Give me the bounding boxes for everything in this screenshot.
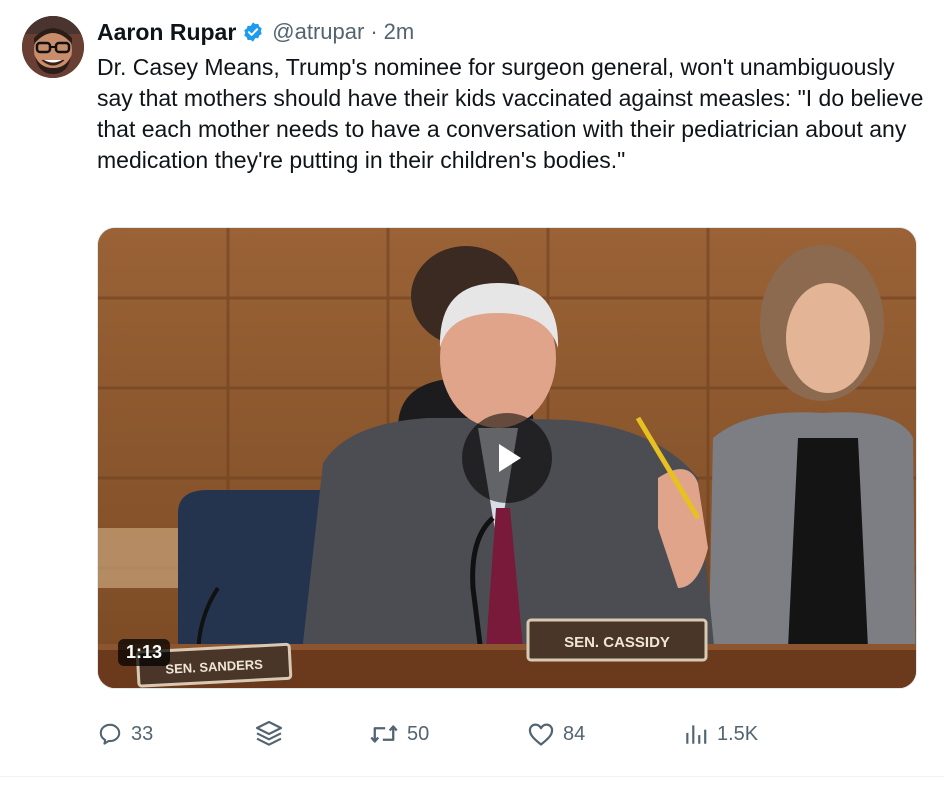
tweet-text: Dr. Casey Means, Trump's nominee for sur…: [97, 54, 924, 173]
retweet-button[interactable]: 50: [369, 712, 429, 756]
grok-icon: [253, 718, 285, 750]
retweet-icon: [369, 721, 399, 747]
separator-dot: ·: [370, 19, 378, 44]
tweet-header: Aaron Rupar @atrupar · 2m: [97, 16, 414, 48]
bottom-divider: [0, 776, 944, 777]
video-duration: 1:13: [118, 639, 171, 666]
author-handle[interactable]: @atrupar: [272, 19, 364, 45]
like-button[interactable]: 84: [527, 712, 585, 756]
tweet-actions: 33 50 84 1.5K: [97, 712, 927, 756]
reply-icon: [97, 721, 123, 747]
views-icon: [683, 721, 709, 747]
avatar[interactable]: [22, 16, 84, 78]
retweet-count: 50: [407, 722, 430, 745]
reply-count: 33: [131, 722, 154, 745]
tweet: Aaron Rupar @atrupar · 2m Dr. Casey Mean…: [0, 0, 944, 790]
video-player[interactable]: SEN. CASSIDY SEN. SANDERS 1:13: [97, 227, 917, 689]
author-name[interactable]: Aaron Rupar: [97, 19, 236, 46]
reply-button[interactable]: 33: [97, 712, 153, 756]
verified-badge-icon: [242, 21, 264, 43]
like-count: 84: [563, 722, 586, 745]
play-icon[interactable]: [462, 413, 552, 503]
like-icon: [527, 721, 555, 747]
views-button[interactable]: 1.5K: [683, 712, 758, 756]
views-count: 1.5K: [717, 722, 759, 745]
tweet-timestamp[interactable]: 2m: [384, 19, 415, 45]
nameplate-cassidy: SEN. CASSIDY: [564, 634, 670, 651]
grok-button[interactable]: [253, 712, 285, 756]
